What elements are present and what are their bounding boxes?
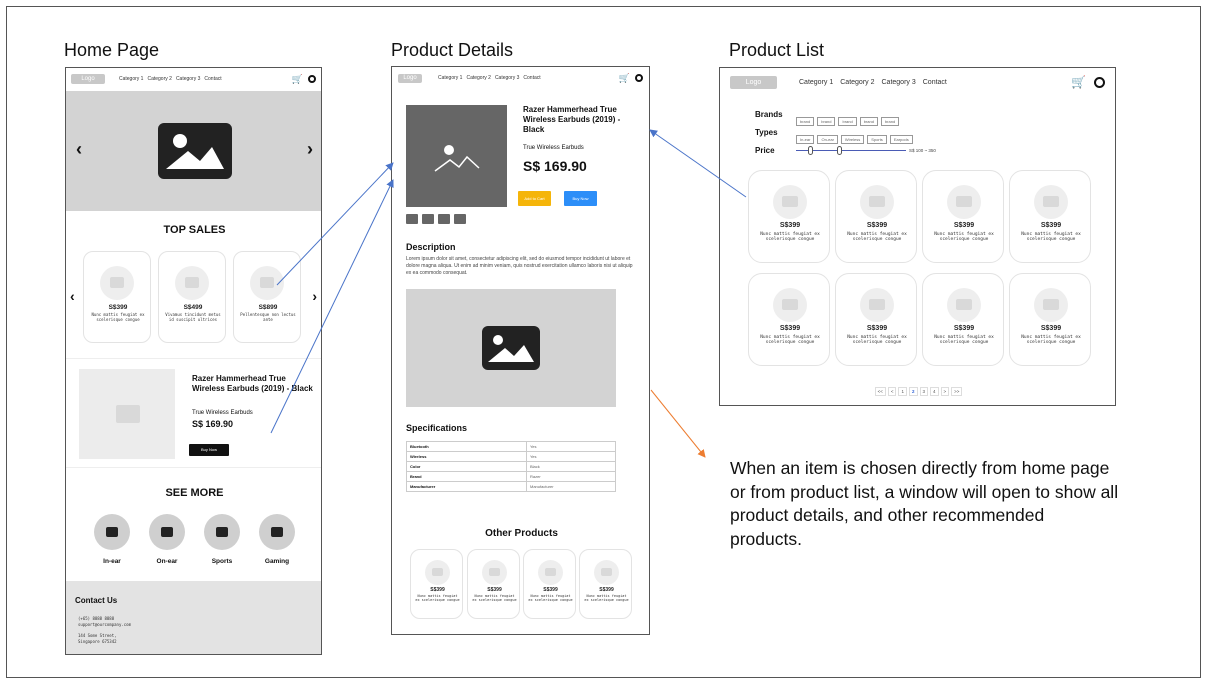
arrow-top-sales-to-details bbox=[276, 162, 394, 286]
explanation-caption: When an item is chosen directly from hom… bbox=[730, 458, 1119, 549]
arrow-list-to-details bbox=[649, 129, 747, 198]
arrow-feature-to-details bbox=[270, 179, 394, 434]
arrow-details-to-caption bbox=[650, 389, 706, 458]
annotation-arrows bbox=[270, 129, 747, 458]
